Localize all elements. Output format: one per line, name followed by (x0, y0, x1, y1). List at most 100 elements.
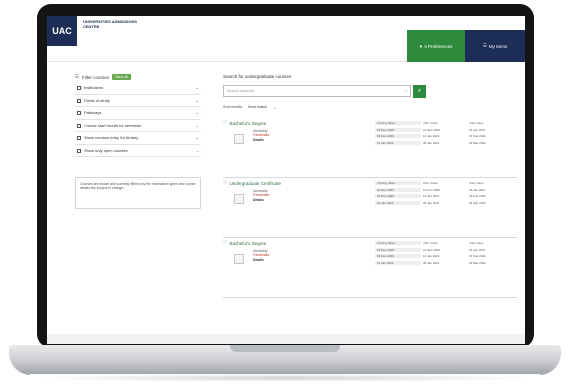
org-name: UNIVERSITIES ADMISSIONS CENTRE (83, 19, 138, 29)
course-thumbnail (234, 134, 244, 144)
filter-label: Fields of study (84, 97, 110, 103)
date-cell: 14 Jan 2021 (423, 134, 440, 139)
pathway-icon (77, 111, 81, 116)
dates-header-cell: Start dates (469, 181, 484, 186)
field-icon (77, 98, 81, 103)
filter-label: Show courses entry for tertiary (84, 135, 139, 141)
filter-institutions[interactable]: Institutions ⌄ (75, 82, 201, 95)
search-icon: ⌕ (417, 87, 422, 94)
details-link[interactable]: Details (253, 138, 269, 142)
filter-pathways[interactable]: Pathways ⌄ (75, 107, 201, 120)
sort-select[interactable]: Best match (248, 105, 267, 109)
dates-header-cell: Closing dates (375, 241, 421, 246)
date-cell: 01 Mar 2021 (469, 140, 486, 145)
date-cell: 01 Mar 2021 (469, 200, 486, 205)
course-title-text: Undergraduate Certificate (229, 180, 282, 186)
course-title-text: Bachelor's Degree (229, 120, 267, 126)
sort-label: Sort results (223, 105, 243, 109)
dates-header-cell: Offer dates (423, 121, 438, 126)
course-list: ♡ Bachelor's Degree University Parramatta De… (223, 118, 517, 298)
course-card[interactable]: ♡ Bachelor's Degree University Parramatta De… (223, 238, 517, 298)
preferences-label: 0 Preferences (424, 43, 453, 49)
date-cell: 14 Jan 2021 (423, 194, 440, 199)
filter-label: Show only open courses (84, 147, 128, 153)
preferences-button[interactable]: ♥ 0 Preferences (407, 30, 465, 62)
course-title[interactable]: ♡ Bachelor's Degree (223, 240, 266, 246)
clear-filters-button[interactable]: Clear all (112, 74, 131, 80)
date-cell: 28 Jan 2021 (423, 200, 440, 205)
filter-label: Institutions (84, 85, 104, 91)
heart-icon[interactable]: ♡ (223, 120, 227, 126)
search-title: Search for undergraduate courses (223, 74, 292, 79)
details-link[interactable]: Details (253, 198, 269, 202)
results-area: Search for undergraduate courses Search … (223, 72, 517, 298)
sort-row: Sort results Best match ⌄ (223, 100, 517, 114)
search-button[interactable]: ⌕ (413, 84, 426, 98)
date-cell: 13 Nov 2020 (375, 247, 421, 252)
heart-icon: ♥ (419, 43, 423, 49)
course-card[interactable]: ♡ Bachelor's Degree University Parramatta De… (223, 118, 517, 178)
date-cell: 22 Feb 2021 (469, 134, 486, 139)
filter-open-courses[interactable]: Show only open courses – (75, 145, 201, 157)
course-thumbnail (234, 254, 244, 264)
date-cell: 10 Dec 2020 (423, 187, 441, 192)
filter-header: ☰ Filter courses Clear all (75, 72, 201, 82)
clear-icon[interactable]: × (405, 89, 407, 93)
laptop-shadow (30, 374, 540, 382)
filter-entry[interactable]: Show courses entry for tertiary ⌄ (75, 132, 201, 145)
date-cell: 14 Jan 2021 (375, 140, 421, 145)
date-cell: 28 Jan 2021 (423, 140, 440, 145)
dates-table: Closing dates Offer dates Start dates 13 No… (375, 180, 515, 206)
date-cell: 15 Dec 2020 (375, 194, 421, 199)
dates-header-cell: Offer dates (423, 181, 438, 186)
course-card[interactable]: ♡ Undergraduate Certificate University Parr… (223, 178, 517, 238)
dates-header-cell: Start dates (469, 241, 484, 246)
dates-table: Closing dates Offer dates Start dates 13 No… (375, 240, 515, 266)
dates-row: 14 Jan 2021 28 Jan 2021 01 Mar 2021 (375, 140, 515, 147)
course-meta: University Parramatta Details (253, 249, 269, 262)
filter-info-note: Courses are shown and currently filtered… (75, 177, 201, 209)
toggle-icon (77, 148, 81, 153)
date-cell: 14 Jan 2021 (375, 200, 421, 205)
course-title[interactable]: ♡ Bachelor's Degree (223, 120, 266, 126)
date-cell: 22 Feb 2021 (469, 254, 486, 259)
date-cell: 14 Jan 2021 (375, 260, 421, 265)
dates-row: 14 Jan 2021 28 Jan 2021 01 Mar 2021 (375, 200, 515, 207)
filter-fields-of-study[interactable]: Fields of study ⌄ (75, 95, 201, 107)
chevron-down-icon: ⌄ (195, 110, 199, 116)
course-meta: University Parramatta Details (253, 189, 269, 202)
dates-header-cell: Closing dates (375, 181, 421, 186)
my-items-button[interactable]: ☰ My Items (465, 30, 525, 62)
browser-screen: UAC UNIVERSITIES ADMISSIONS CENTRE ♥ 0 P… (47, 16, 525, 344)
filter-title: Filter courses (82, 74, 110, 80)
date-cell: 28 Jan 2021 (423, 260, 440, 265)
course-title[interactable]: ♡ Undergraduate Certificate (223, 180, 281, 186)
search-placeholder: Search keyword (227, 89, 255, 93)
filter-start-month[interactable]: Course start month for semester ⌄ (75, 120, 201, 132)
details-link[interactable]: Details (253, 258, 269, 262)
search-row: Search keyword × ⌕ (223, 84, 517, 98)
search-input[interactable]: Search keyword × (223, 85, 411, 97)
list-icon: ☰ (482, 43, 487, 48)
course-title-text: Bachelor's Degree (229, 240, 267, 246)
chevron-down-icon: ⌄ (195, 97, 199, 103)
date-cell: 14 Jan 2021 (423, 254, 440, 259)
filter-panel: ☰ Filter courses Clear all Institutions ⌄… (75, 72, 201, 209)
entry-icon (77, 136, 81, 141)
uac-logo[interactable]: UAC (47, 16, 77, 46)
course-thumbnail (234, 194, 244, 204)
chevron-down-icon: ⌄ (273, 105, 277, 110)
dates-row: 14 Jan 2021 28 Jan 2021 01 Mar 2021 (375, 260, 515, 267)
page-footer (47, 334, 525, 344)
heart-icon[interactable]: ♡ (223, 180, 227, 186)
date-cell: 18 Jan 2021 (469, 187, 486, 192)
date-cell: 01 Mar 2021 (469, 260, 486, 265)
date-cell: 18 Jan 2021 (469, 127, 486, 132)
my-items-label: My Items (488, 43, 508, 49)
chevron-down-icon: ⌄ (195, 135, 199, 141)
calendar-icon (77, 123, 81, 128)
heart-icon[interactable]: ♡ (223, 240, 227, 246)
laptop-base-notch (230, 345, 340, 352)
date-cell: 10 Dec 2020 (423, 247, 441, 252)
date-cell: 15 Dec 2020 (375, 254, 421, 259)
